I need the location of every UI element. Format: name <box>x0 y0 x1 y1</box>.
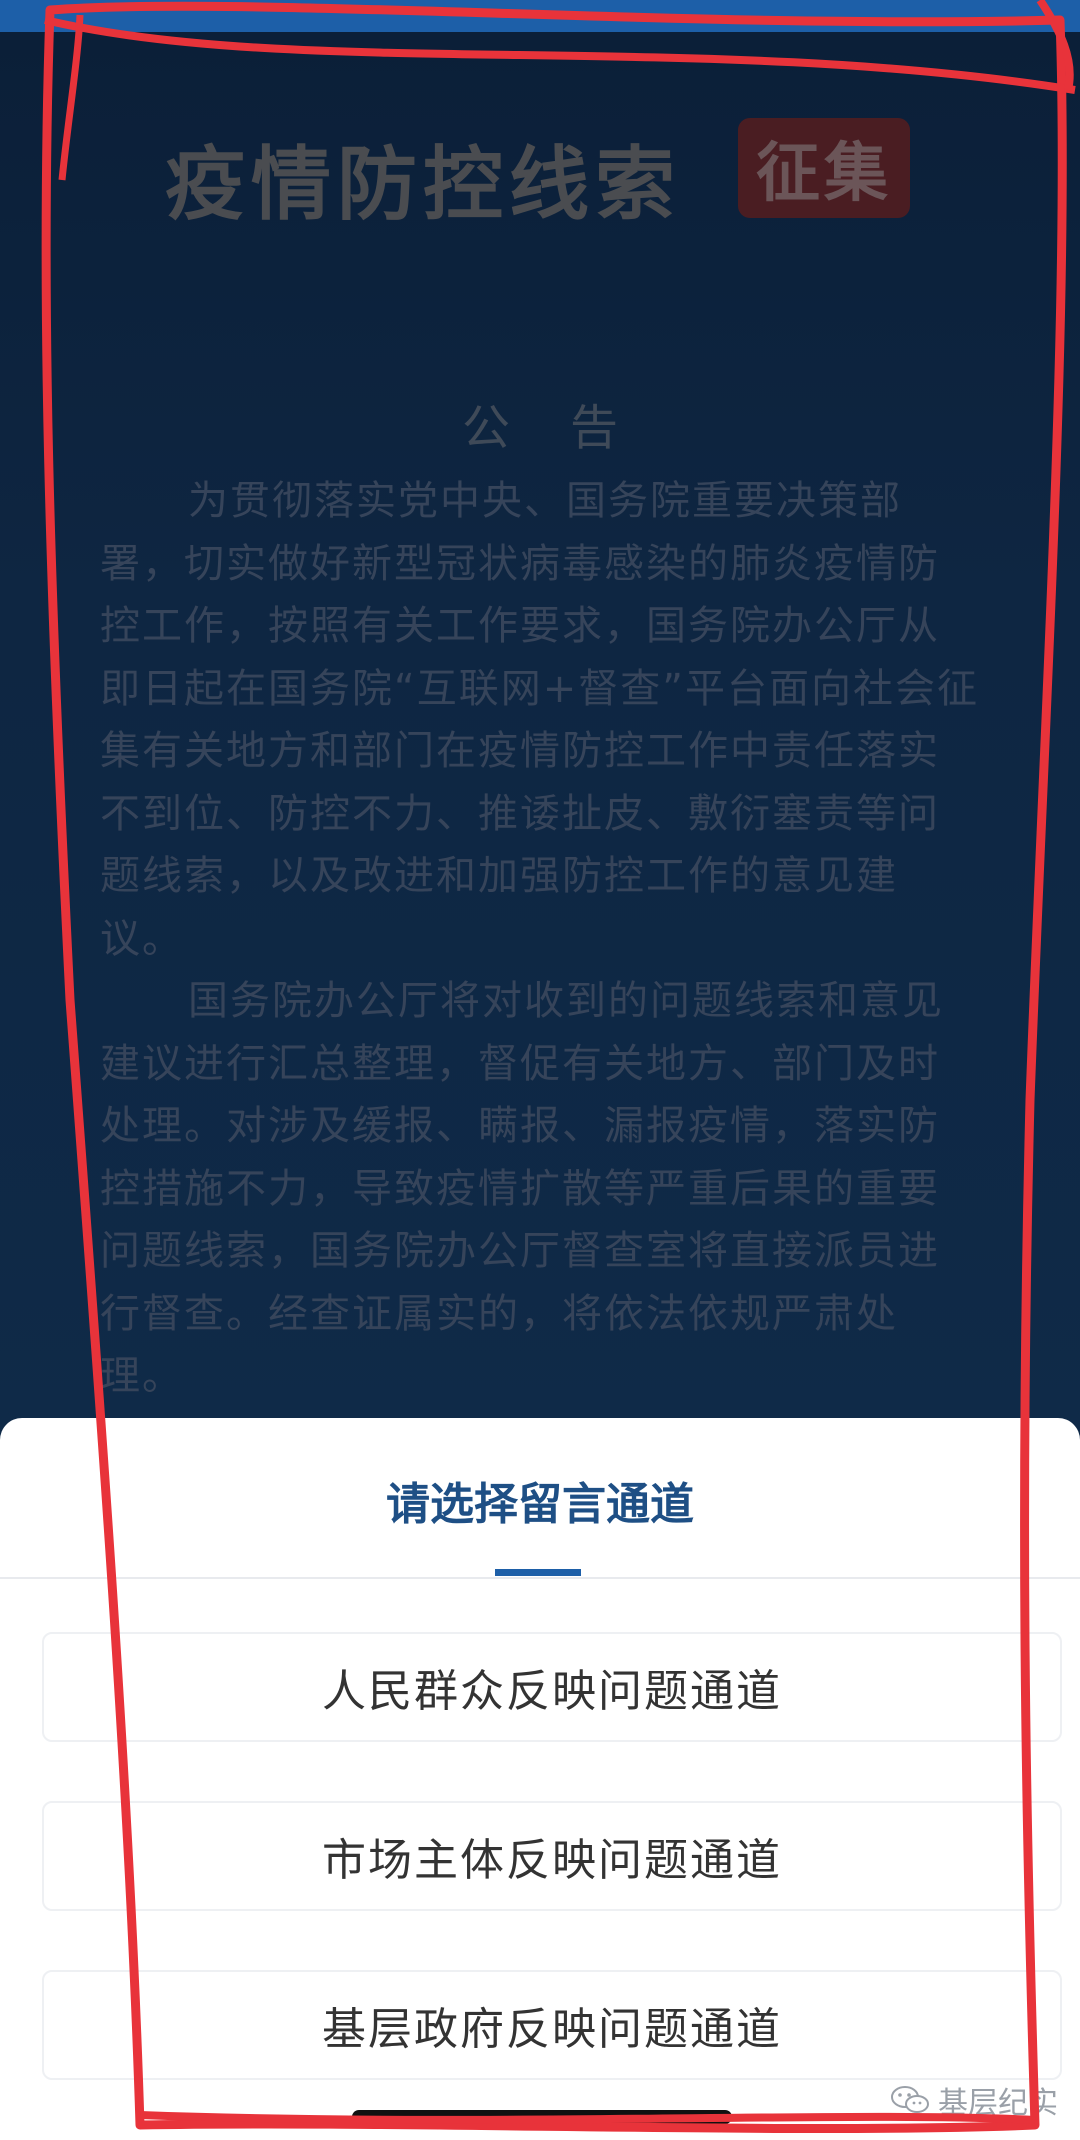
banner-tag: 征集 <box>738 118 910 218</box>
status-bar <box>0 0 1080 32</box>
wechat-icon <box>891 2086 929 2113</box>
sheet-title-underline <box>495 1569 581 1576</box>
watermark: 基层纪实 <box>890 2078 1058 2122</box>
sheet-divider <box>0 1577 1080 1579</box>
sheet-title: 请选择留言通道 <box>386 1479 694 1530</box>
home-indicator <box>352 2110 732 2124</box>
notice-body: 为贯彻落实党中央、国务院重要决策部署，切实做好新型冠状病毒感染的肺炎疫情防控工作… <box>100 470 980 1408</box>
option-grassroots-channel[interactable]: 基层政府反映问题通道 <box>42 1970 1062 2080</box>
notice-paragraph-1: 为贯彻落实党中央、国务院重要决策部署，切实做好新型冠状病毒感染的肺炎疫情防控工作… <box>100 478 979 962</box>
watermark-text: 基层纪实 <box>938 2086 1058 2121</box>
option-public-channel[interactable]: 人民群众反映问题通道 <box>42 1632 1062 1742</box>
banner-title: 疫情防控线索 <box>165 138 681 231</box>
option-market-channel[interactable]: 市场主体反映问题通道 <box>42 1801 1062 1911</box>
notice-paragraph-2: 国务院办公厅将对收到的问题线索和意见建议进行汇总整理，督促有关地方、部门及时处理… <box>100 978 944 1399</box>
notice-title: 公告 <box>461 400 678 456</box>
